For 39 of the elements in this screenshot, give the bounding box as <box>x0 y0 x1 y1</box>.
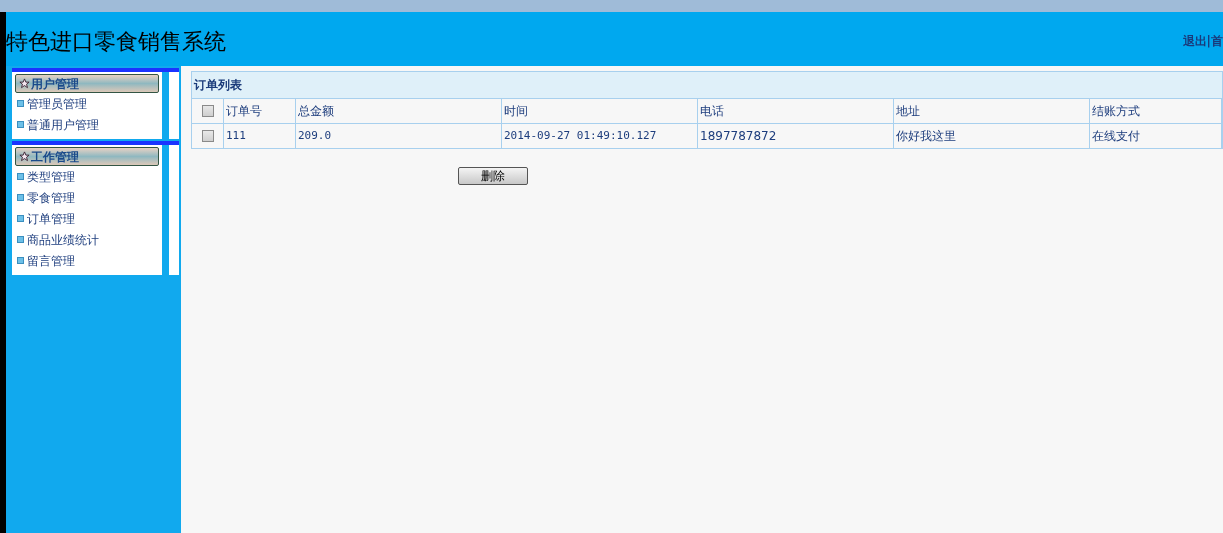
sidebar-item[interactable]: 订单管理 <box>12 208 162 229</box>
column-header: 总金额 <box>296 99 502 123</box>
star-icon <box>19 151 30 162</box>
square-bullet-icon <box>17 236 24 243</box>
column-header: 结账方式 <box>1090 99 1222 123</box>
site-title: 特色进口零食销售系统 <box>6 27 226 56</box>
separator-text: | <box>1206 33 1211 50</box>
sidebar-item[interactable]: 留言管理 <box>12 250 162 271</box>
delete-button[interactable]: 删除 <box>458 167 528 185</box>
column-header: 电话 <box>698 99 894 123</box>
checkbox[interactable] <box>201 105 214 117</box>
sidebar-item[interactable]: 零食管理 <box>12 187 162 208</box>
table-cell: 你好我这里 <box>894 124 1090 148</box>
square-bullet-icon <box>17 121 24 128</box>
table-cell: 209.0 <box>296 124 502 148</box>
column-header: 时间 <box>502 99 698 123</box>
star-icon <box>19 78 30 89</box>
checkbox[interactable] <box>201 130 214 142</box>
square-bullet-icon <box>17 215 24 222</box>
square-bullet-icon <box>17 257 24 264</box>
column-header: 订单号 <box>224 99 296 123</box>
table-cell: 2014-09-27 01:49:10.127 <box>502 124 698 148</box>
sidebar-item[interactable]: 类型管理 <box>12 166 162 187</box>
sidebar-item[interactable]: 普通用户管理 <box>12 114 162 135</box>
table-cell: 111 <box>224 124 296 148</box>
group-header[interactable]: 工作管理 <box>15 147 159 166</box>
panel-title: 订单列表 <box>192 72 1222 98</box>
square-bullet-icon <box>17 194 24 201</box>
sidebar-item[interactable]: 商品业绩统计 <box>12 229 162 250</box>
column-header: 地址 <box>894 99 1090 123</box>
header-link[interactable]: 退出 <box>1182 32 1207 50</box>
square-bullet-icon <box>17 100 24 107</box>
square-bullet-icon <box>17 173 24 180</box>
group-header[interactable]: 用户管理 <box>15 74 159 93</box>
sidebar-item[interactable]: 管理员管理 <box>12 93 162 114</box>
table-cell: 1897787872 <box>698 124 894 148</box>
table-cell: 在线支付 <box>1090 124 1222 148</box>
sidebar-strip <box>162 72 169 139</box>
header-link[interactable]: 首 <box>1211 32 1223 50</box>
